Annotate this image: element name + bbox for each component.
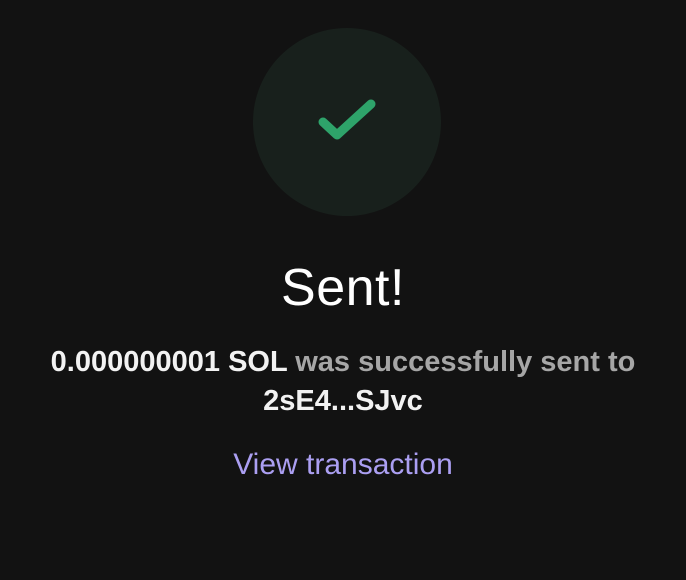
transaction-sent-screen: Sent! 0.000000001 SOL was successfully s… xyxy=(0,0,686,580)
checkmark-icon xyxy=(317,98,377,146)
view-transaction-link[interactable]: View transaction xyxy=(0,446,686,484)
success-status-circle xyxy=(253,28,441,216)
success-text: was successfully sent to xyxy=(295,346,636,378)
recipient-address: 2sE4...SJvc xyxy=(263,385,423,417)
sent-amount: 0.000000001 SOL xyxy=(50,346,288,378)
success-message: 0.000000001 SOL was successfully sent to… xyxy=(20,343,666,421)
sent-title: Sent! xyxy=(281,259,405,317)
